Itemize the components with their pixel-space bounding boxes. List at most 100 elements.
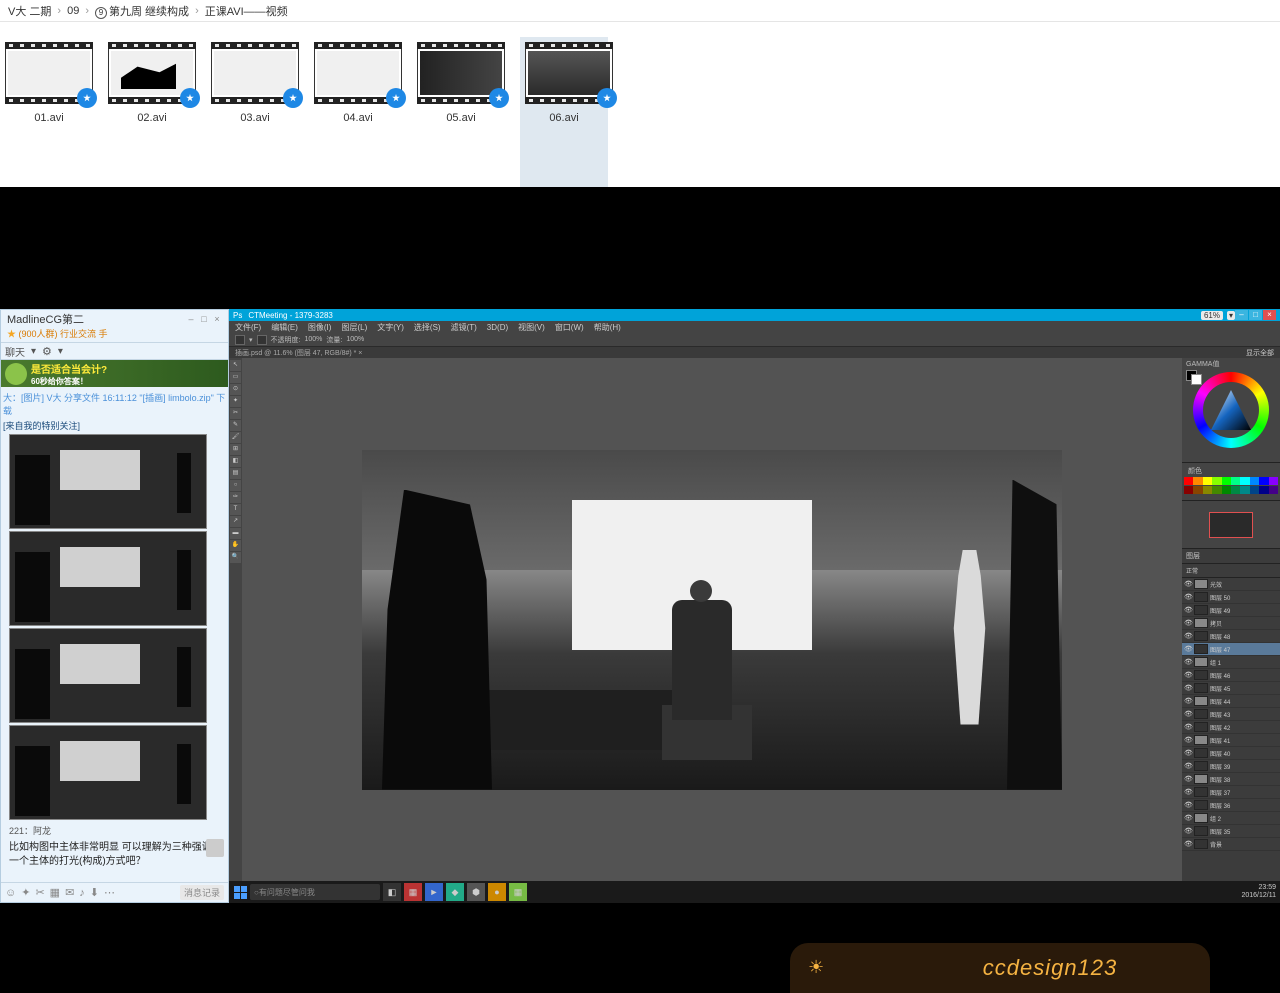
visibility-icon[interactable]: 👁 (1184, 684, 1192, 692)
menu-help[interactable]: 帮助(H) (594, 322, 621, 333)
task-icon[interactable]: ► (425, 883, 443, 901)
task-icon[interactable]: ▦ (404, 883, 422, 901)
color-wheel[interactable] (1193, 372, 1269, 448)
file-item-05[interactable]: 05.avi (417, 42, 505, 187)
layer-row[interactable]: 👁图层 39 (1182, 760, 1280, 773)
visibility-icon[interactable]: 👁 (1184, 827, 1192, 835)
layer-row[interactable]: 👁背景 (1182, 838, 1280, 851)
close-icon[interactable]: × (1263, 310, 1276, 320)
visibility-icon[interactable]: 👁 (1184, 814, 1192, 822)
history-button[interactable]: 消息记录 (180, 885, 224, 900)
image-icon[interactable]: ▦ (50, 886, 60, 899)
lasso-tool-icon[interactable]: ⊙ (230, 384, 241, 395)
tab-overflow[interactable]: 显示全部 (1246, 348, 1274, 358)
chevron-down-icon[interactable]: ▾ (58, 346, 63, 357)
scissors-icon[interactable]: ✂ (35, 886, 44, 899)
visibility-icon[interactable]: 👁 (1184, 762, 1192, 770)
layer-row[interactable]: 👁图层 50 (1182, 591, 1280, 604)
visibility-icon[interactable]: 👁 (1184, 645, 1192, 653)
chat-image-2[interactable] (9, 531, 207, 626)
task-icon[interactable]: ▦ (509, 883, 527, 901)
layer-row[interactable]: 👁图层 45 (1182, 682, 1280, 695)
chat-ad-banner[interactable]: 是否适合当会计? 60秒给你答案！ (1, 360, 228, 387)
navigator-panel[interactable] (1182, 501, 1280, 549)
task-icon[interactable]: ⬢ (467, 883, 485, 901)
minimize-icon[interactable]: – (186, 314, 196, 324)
file-item-06[interactable]: 06.avi (520, 37, 608, 187)
dropdown-icon[interactable]: ▾ (1227, 311, 1235, 320)
avatar[interactable] (206, 839, 224, 857)
file-item-01[interactable]: 01.avi (5, 42, 93, 187)
menu-window[interactable]: 窗口(W) (555, 322, 584, 333)
chat-messages[interactable]: 大：[图片] V大 分享文件 16:11:12 "[插画] limbolo.zi… (1, 387, 228, 867)
visibility-icon[interactable]: 👁 (1184, 840, 1192, 848)
brush-preview-icon[interactable] (235, 335, 245, 345)
chat-tab[interactable]: 聊天 (5, 344, 25, 359)
menu-select[interactable]: 选择(S) (414, 322, 441, 333)
menu-type[interactable]: 文字(Y) (377, 322, 404, 333)
blend-mode[interactable]: 正常 (1186, 566, 1198, 575)
visibility-icon[interactable]: 👁 (1184, 593, 1192, 601)
zoom-tool-icon[interactable]: 🔍 (230, 552, 241, 563)
visibility-icon[interactable]: 👁 (1184, 775, 1192, 783)
file-item-03[interactable]: 03.avi (211, 42, 299, 187)
layer-row[interactable]: 👁图层 35 (1182, 825, 1280, 838)
maximize-icon[interactable]: □ (1249, 310, 1262, 320)
ps-titlebar[interactable]: Ps CTMeeting - 1379-3283 61% ▾ – □ × (229, 309, 1280, 321)
cortana-search[interactable]: ○ 有问题尽管问我 (250, 884, 380, 900)
more-icon[interactable]: ⋯ (104, 886, 115, 899)
layer-row[interactable]: 👁图层 49 (1182, 604, 1280, 617)
chat-image-1[interactable] (9, 434, 207, 529)
layer-row[interactable]: 👁图层 41 (1182, 734, 1280, 747)
task-view-icon[interactable]: ◧ (383, 883, 401, 901)
hand-tool-icon[interactable]: ✋ (230, 540, 241, 551)
layer-row[interactable]: 👁图层 48 (1182, 630, 1280, 643)
music-icon[interactable]: ♪ (79, 887, 85, 899)
crumb[interactable]: 9第九周 继续构成 (95, 3, 189, 19)
file-item-02[interactable]: 02.avi (108, 42, 196, 187)
text-tool-icon[interactable]: T (230, 504, 241, 515)
opt-flow-value[interactable]: 100% (346, 336, 364, 343)
dropdown-icon[interactable]: ▾ (249, 336, 253, 344)
menu-image[interactable]: 图像(I) (308, 322, 332, 333)
layer-row[interactable]: 👁图层 43 (1182, 708, 1280, 721)
chevron-down-icon[interactable]: ▾ (31, 346, 36, 357)
crumb[interactable]: 正课AVI——视频 (205, 3, 288, 19)
layer-row[interactable]: 👁图层 46 (1182, 669, 1280, 682)
pen-tool-icon[interactable]: ✑ (230, 492, 241, 503)
menu-3d[interactable]: 3D(D) (487, 323, 508, 332)
brush-icon[interactable] (257, 335, 267, 345)
layer-row[interactable]: 👁组 2 (1182, 812, 1280, 825)
file-item-04[interactable]: 04.avi (314, 42, 402, 187)
layer-row[interactable]: 👁图层 42 (1182, 721, 1280, 734)
menu-filter[interactable]: 滤镜(T) (451, 322, 477, 333)
stamp-tool-icon[interactable]: ⊞ (230, 444, 241, 455)
marquee-tool-icon[interactable]: ▭ (230, 372, 241, 383)
menu-file[interactable]: 文件(F) (235, 322, 261, 333)
chat-titlebar[interactable]: MadlineCG第二 – □ × (1, 310, 228, 327)
layer-row[interactable]: 👁图层 38 (1182, 773, 1280, 786)
wand-tool-icon[interactable]: ✦ (230, 396, 241, 407)
crop-tool-icon[interactable]: ✂ (230, 408, 241, 419)
chat-image-3[interactable] (9, 628, 207, 723)
visibility-icon[interactable]: 👁 (1184, 710, 1192, 718)
visibility-icon[interactable]: 👁 (1184, 801, 1192, 809)
layer-row[interactable]: 👁图层 47 (1182, 643, 1280, 656)
brush-tool-icon[interactable]: 🖌 (230, 432, 241, 443)
layer-row[interactable]: 👁组 1 (1182, 656, 1280, 669)
crumb[interactable]: 09 (67, 5, 79, 17)
chat-image-4[interactable] (9, 725, 207, 820)
maximize-icon[interactable]: □ (199, 314, 209, 324)
layer-list[interactable]: 👁光效👁图层 50👁图层 49👁拷贝👁图层 48👁图层 47👁组 1👁图层 46… (1182, 578, 1280, 851)
layer-row[interactable]: 👁拷贝 (1182, 617, 1280, 630)
task-icon[interactable]: ◆ (446, 883, 464, 901)
gradient-tool-icon[interactable]: ▤ (230, 468, 241, 479)
visibility-icon[interactable]: 👁 (1184, 723, 1192, 731)
move-tool-icon[interactable]: ↖ (230, 360, 241, 371)
visibility-icon[interactable]: 👁 (1184, 632, 1192, 640)
opt-opacity-value[interactable]: 100% (304, 336, 322, 343)
visibility-icon[interactable]: 👁 (1184, 671, 1192, 679)
menu-layer[interactable]: 图层(L) (341, 322, 367, 333)
path-tool-icon[interactable]: ↗ (230, 516, 241, 527)
layer-row[interactable]: 👁图层 44 (1182, 695, 1280, 708)
